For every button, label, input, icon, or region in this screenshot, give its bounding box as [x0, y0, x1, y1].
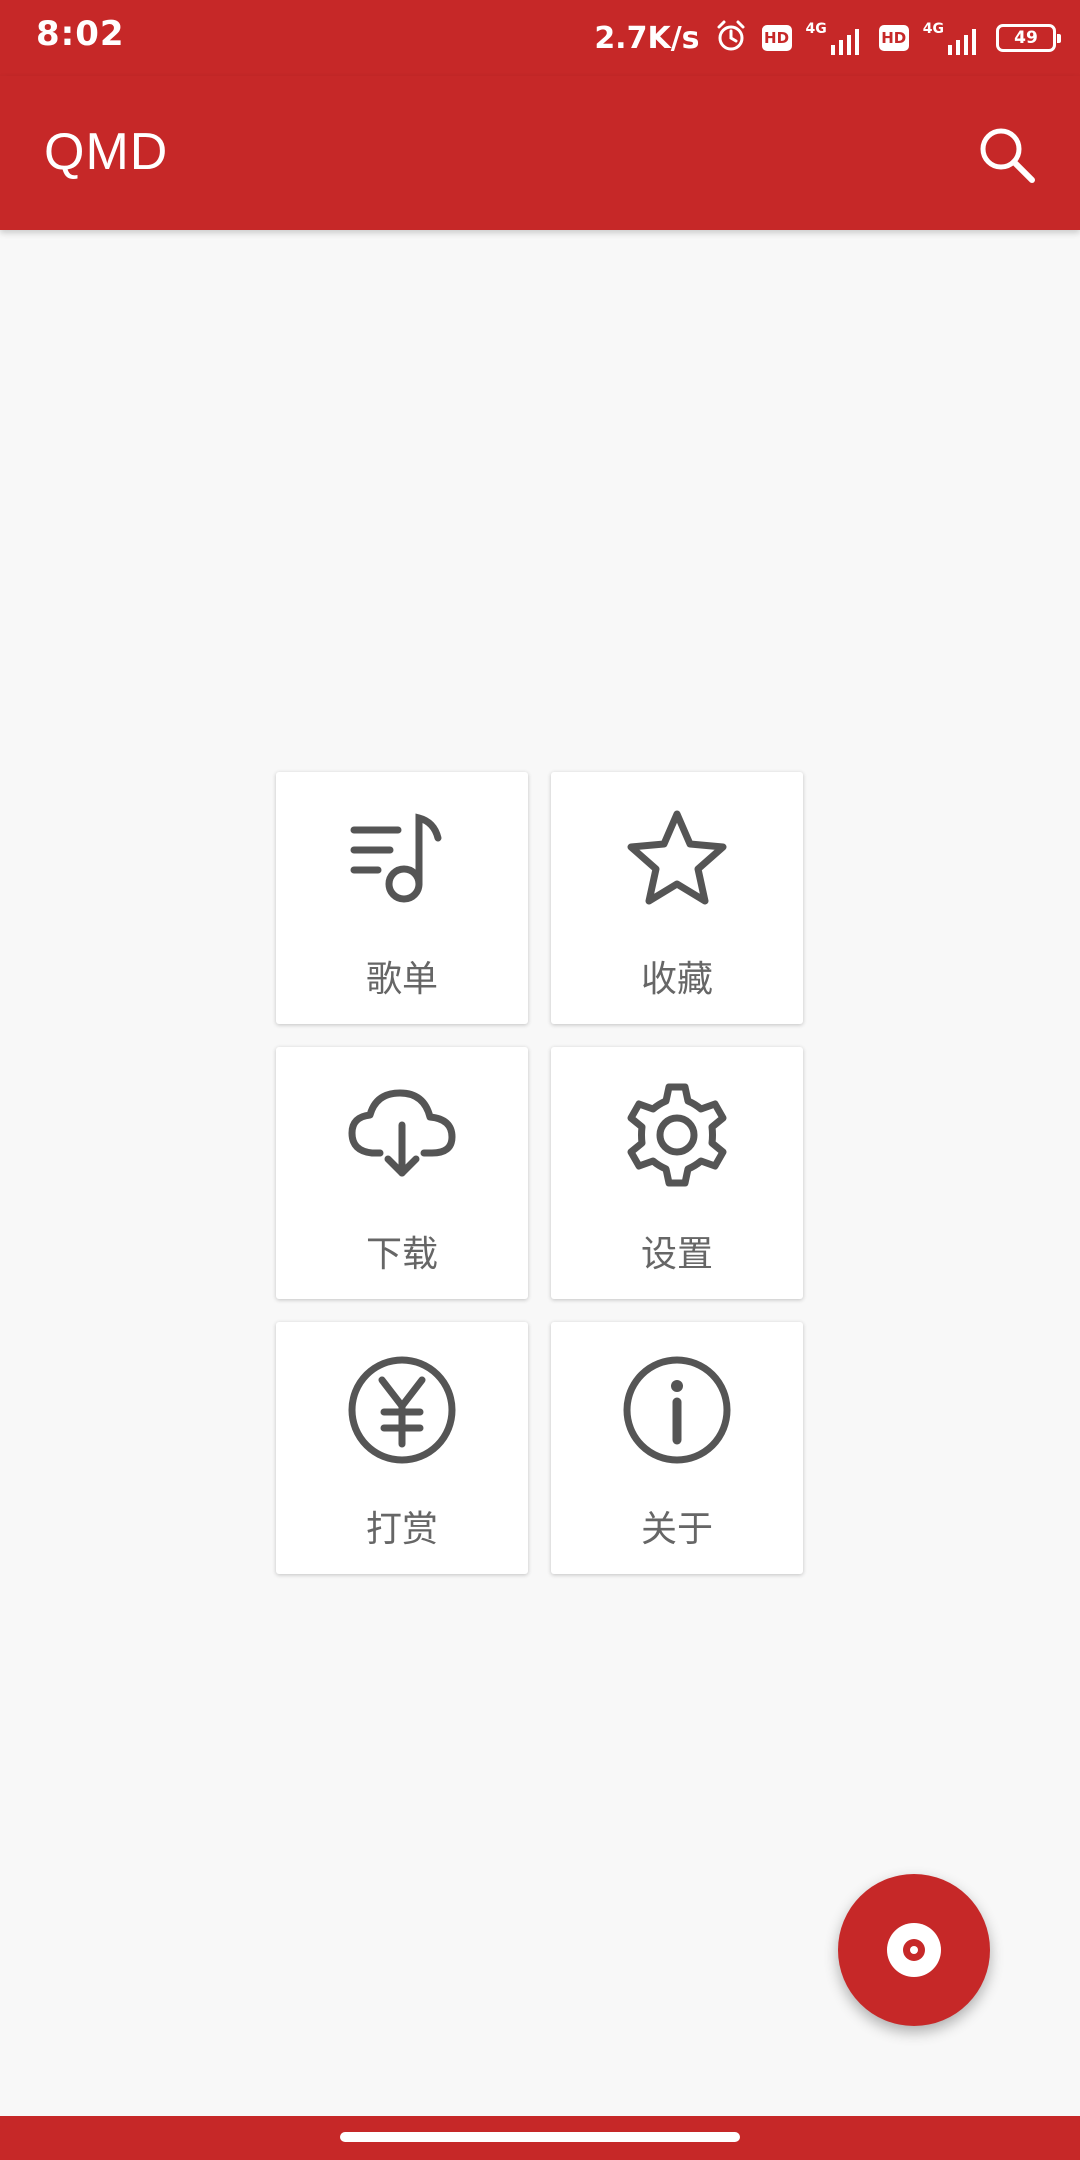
- star-icon: [617, 800, 737, 920]
- app-toolbar: QMD: [0, 76, 1080, 230]
- info-icon: [617, 1350, 737, 1470]
- net-type-1: 4G: [805, 21, 827, 37]
- network-speed: 2.7K/s: [594, 20, 700, 56]
- search-icon: [980, 128, 1035, 183]
- menu-grid: 歌单 收藏 下载 设置 打赏 关于: [276, 772, 804, 1574]
- status-bar: 8:02 2.7K/s HD 4G HD 4G 49: [0, 0, 1080, 76]
- now-playing-fab[interactable]: [838, 1874, 990, 2026]
- signal-icon: [948, 29, 976, 55]
- menu-tile-label: 关于: [640, 1509, 713, 1550]
- menu-tile-label: 设置: [640, 1234, 713, 1275]
- disc-icon: [887, 1923, 941, 1977]
- signal-2: 4G: [923, 21, 982, 55]
- menu-tile-download[interactable]: 下载: [276, 1047, 528, 1299]
- signal-icon: [830, 29, 859, 55]
- status-icons: 2.7K/s HD 4G HD 4G 49: [594, 16, 1061, 60]
- cloud-download-icon: [342, 1075, 462, 1195]
- menu-tile-label: 打赏: [365, 1509, 438, 1550]
- hd-badge-2: HD: [878, 25, 909, 51]
- hd-badge-1: HD: [761, 25, 792, 51]
- yuan-icon: [342, 1350, 462, 1470]
- menu-tile-label: 下载: [365, 1234, 438, 1275]
- alarm-icon: [714, 19, 748, 57]
- menu-tile-settings[interactable]: 设置: [551, 1047, 803, 1299]
- menu-tile-favorites[interactable]: 收藏: [551, 772, 803, 1024]
- menu-tile-label: 歌单: [365, 959, 438, 1000]
- status-time: 8:02: [36, 14, 125, 54]
- menu-tile-playlist[interactable]: 歌单: [276, 772, 528, 1024]
- app-title: QMD: [44, 123, 169, 181]
- search-button[interactable]: [972, 120, 1042, 190]
- gesture-bar: [0, 2116, 1080, 2160]
- menu-tile-about[interactable]: 关于: [551, 1322, 803, 1574]
- battery-level: 49: [1014, 28, 1038, 48]
- net-type-2: 4G: [922, 21, 944, 37]
- home-indicator[interactable]: [340, 2132, 740, 2142]
- gear-icon: [617, 1075, 737, 1195]
- menu-tile-label: 收藏: [640, 959, 713, 1000]
- playlist-icon: [342, 800, 462, 920]
- signal-1: 4G: [806, 21, 865, 55]
- menu-tile-donate[interactable]: 打赏: [276, 1322, 528, 1574]
- battery-icon: 49: [996, 24, 1061, 52]
